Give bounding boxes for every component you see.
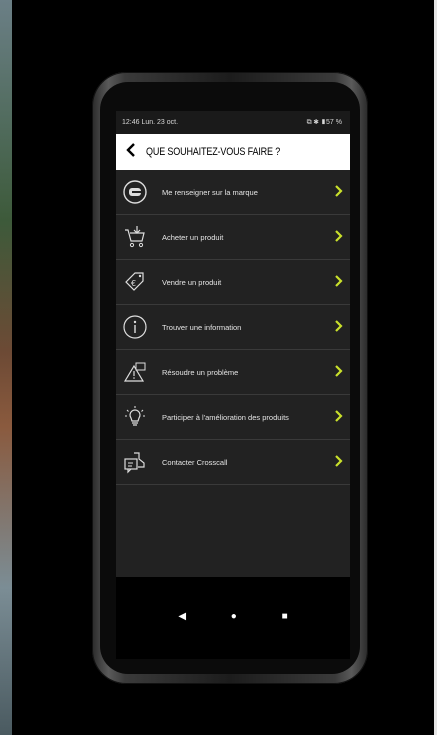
menu-item-label: Me renseigner sur la marque	[162, 187, 258, 197]
chevron-right-icon	[328, 454, 350, 470]
status-time: 12:46 Lun. 23 oct.	[122, 119, 179, 126]
menu-item-label: Trouver une information	[162, 322, 242, 332]
chevron-left-icon	[126, 142, 135, 157]
crosscall-logo-icon	[116, 179, 154, 205]
nav-back-button[interactable]: ◀	[178, 611, 186, 622]
menu-item-info[interactable]: Trouver une information	[116, 305, 350, 350]
menu-item-label: Résoudre un problème	[162, 367, 239, 377]
menu-item-problem[interactable]: Résoudre un problème	[116, 350, 350, 395]
phone-screen: 12:46 Lun. 23 oct. ⧉ ✱ ▮57 % QUE SOUHAIT…	[116, 111, 350, 659]
menu-item-label: Contacter Crosscall	[162, 457, 228, 467]
euro-tag-icon: €	[116, 269, 154, 295]
chevron-right-icon	[328, 184, 350, 200]
menu-item-label: Acheter un produit	[162, 232, 224, 242]
contact-icon	[116, 449, 154, 475]
status-icons: ⧉ ✱ ▮57 %	[306, 118, 342, 126]
menu-item-label: Participer à l'amélioration des produits	[162, 412, 289, 422]
cart-icon	[116, 224, 154, 250]
app-header: QUE SOUHAITEZ-VOUS FAIRE ?	[116, 134, 350, 170]
page-title: QUE SOUHAITEZ-VOUS FAIRE ?	[146, 146, 281, 158]
back-button[interactable]	[116, 142, 146, 162]
menu-list: Me renseigner sur la marque Acheter un p…	[116, 170, 350, 577]
lightbulb-icon	[116, 404, 154, 430]
svg-text:€: €	[131, 279, 136, 288]
chevron-right-icon	[328, 274, 350, 290]
menu-item-buy[interactable]: Acheter un produit	[116, 215, 350, 260]
status-bar: 12:46 Lun. 23 oct. ⧉ ✱ ▮57 %	[116, 111, 350, 134]
chevron-right-icon	[328, 229, 350, 245]
info-icon	[116, 314, 154, 340]
nav-recents-button[interactable]: ■	[282, 611, 288, 622]
warning-icon	[116, 359, 154, 385]
chevron-right-icon	[328, 364, 350, 380]
menu-item-brand[interactable]: Me renseigner sur la marque	[116, 170, 350, 215]
chevron-right-icon	[328, 319, 350, 335]
menu-item-contact[interactable]: Contacter Crosscall	[116, 440, 350, 485]
list-background	[116, 485, 350, 577]
background-photo	[0, 0, 12, 735]
nav-home-button[interactable]: ●	[231, 611, 237, 622]
android-nav-bar: ◀ ● ■	[116, 607, 350, 625]
menu-item-label: Vendre un produit	[162, 277, 222, 287]
chevron-right-icon	[328, 409, 350, 425]
menu-item-improve[interactable]: Participer à l'amélioration des produits	[116, 395, 350, 440]
menu-item-sell[interactable]: € Vendre un produit	[116, 260, 350, 305]
